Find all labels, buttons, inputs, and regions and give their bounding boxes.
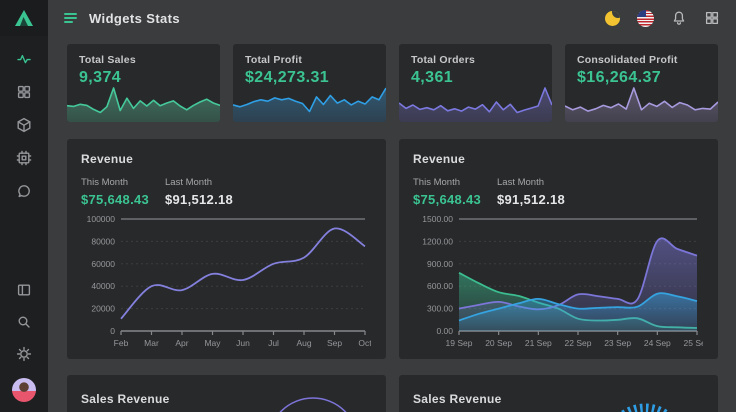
sidebar-item-components[interactable]: [16, 150, 32, 166]
svg-text:Jun: Jun: [236, 338, 250, 348]
svg-text:22 Sep: 22 Sep: [565, 338, 592, 348]
svg-text:20 Sep: 20 Sep: [485, 338, 512, 348]
sidebar-item-dashboard[interactable]: [16, 84, 32, 100]
this-month-label: This Month: [413, 177, 497, 188]
app-logo[interactable]: [0, 0, 48, 36]
apps-menu[interactable]: [704, 10, 720, 26]
last-month-label: Last Month: [497, 177, 581, 188]
svg-text:0: 0: [110, 326, 115, 336]
sidebar-item-settings[interactable]: [16, 346, 32, 362]
total-sales-card: Total Sales 9,374: [67, 44, 220, 122]
apps-grid-icon: [704, 10, 720, 26]
page-title: Widgets Stats: [89, 11, 180, 26]
consolidated-profit-card: Consolidated Profit $16,264.37: [565, 44, 718, 122]
cpu-icon: [16, 150, 32, 166]
revenue-legend: This Month $75,648.43 Last Month $91,512…: [81, 177, 372, 207]
profit-sparkline-chart: [233, 84, 386, 122]
chat-icon: [16, 183, 32, 199]
main-area: Widgets Stats: [48, 0, 736, 412]
menu-toggle-icon[interactable]: [62, 11, 79, 25]
sidebar-item-activity[interactable]: [16, 51, 32, 67]
donut-chart-preview: [248, 381, 378, 412]
sales-sparkline-chart: [67, 84, 220, 122]
svg-text:Mar: Mar: [144, 338, 159, 348]
svg-text:900.00: 900.00: [427, 259, 453, 269]
revenue-panel-daily: Revenue This Month $75,648.43 Last Month…: [399, 139, 718, 359]
gauge-chart-preview: [580, 381, 710, 412]
stat-label: Total Orders: [411, 54, 540, 66]
svg-text:Sep: Sep: [327, 338, 342, 348]
dark-mode-moon-icon[interactable]: [605, 11, 620, 26]
svg-text:1200.00: 1200.00: [422, 236, 453, 246]
this-month-value: $75,648.43: [81, 192, 165, 207]
header-actions: [605, 10, 720, 27]
svg-text:May: May: [204, 338, 221, 348]
svg-text:100000: 100000: [87, 214, 116, 224]
us-flag-language-icon[interactable]: [637, 10, 654, 27]
revenue-panels-row: Revenue This Month $75,648.43 Last Month…: [67, 139, 718, 359]
sales-revenue-card-right: Sales Revenue $9,641.26: [399, 375, 718, 412]
bell-icon: [671, 10, 687, 26]
sidebar-item-messages[interactable]: [16, 183, 32, 199]
sidebar-nav: [16, 36, 32, 199]
revenue-area-chart: 0.00 300.00 600.00 900.00 1200.00 1500.00 19 S…: [413, 211, 703, 351]
layout-icon: [16, 282, 32, 298]
stat-label: Total Profit: [245, 54, 374, 66]
bottom-cards-row: Sales Revenue $9,641.26 Sales Revenue $9…: [67, 375, 718, 412]
svg-text:Aug: Aug: [296, 338, 311, 348]
logo-triangle-icon: [13, 7, 35, 29]
svg-text:Oct: Oct: [358, 338, 371, 348]
content: Total Sales 9,374 Total Profit $24,273.3…: [48, 36, 736, 412]
sidebar-item-search[interactable]: [16, 314, 32, 330]
svg-text:Jul: Jul: [268, 338, 279, 348]
svg-text:0.00: 0.00: [436, 326, 453, 336]
svg-text:21 Sep: 21 Sep: [525, 338, 552, 348]
search-icon: [16, 314, 32, 330]
sidebar: [0, 0, 48, 412]
svg-text:600.00: 600.00: [427, 281, 453, 291]
sidebar-item-widgets[interactable]: [16, 117, 32, 133]
user-avatar[interactable]: [12, 378, 36, 402]
this-month-label: This Month: [81, 177, 165, 188]
sales-revenue-card-left: Sales Revenue $9,641.26: [67, 375, 386, 412]
total-orders-card: Total Orders 4,361: [399, 44, 552, 122]
notifications-bell[interactable]: [671, 10, 687, 26]
svg-text:24 Sep: 24 Sep: [644, 338, 671, 348]
svg-text:40000: 40000: [91, 281, 115, 291]
revenue-legend: This Month $75,648.43 Last Month $91,512…: [413, 177, 704, 207]
activity-icon: [16, 51, 32, 67]
svg-text:Apr: Apr: [175, 338, 188, 348]
last-month-label: Last Month: [165, 177, 249, 188]
total-profit-card: Total Profit $24,273.31: [233, 44, 386, 122]
grid-icon: [16, 84, 32, 100]
box-icon: [16, 117, 32, 133]
svg-text:300.00: 300.00: [427, 304, 453, 314]
stat-cards-row: Total Sales 9,374 Total Profit $24,273.3…: [67, 44, 718, 122]
svg-text:Feb: Feb: [114, 338, 129, 348]
last-month-value: $91,512.18: [497, 192, 581, 207]
panel-title: Revenue: [81, 152, 372, 166]
consolidated-sparkline-chart: [565, 84, 718, 122]
svg-text:23 Sep: 23 Sep: [604, 338, 631, 348]
svg-text:1500.00: 1500.00: [422, 214, 453, 224]
sidebar-item-layout[interactable]: [16, 282, 32, 298]
svg-text:80000: 80000: [91, 236, 115, 246]
svg-text:25 Sep: 25 Sep: [684, 338, 703, 348]
last-month-value: $91,512.18: [165, 192, 249, 207]
stat-label: Total Sales: [79, 54, 208, 66]
orders-sparkline-chart: [399, 84, 552, 122]
top-header: Widgets Stats: [48, 0, 736, 36]
revenue-panel-monthly: Revenue This Month $75,648.43 Last Month…: [67, 139, 386, 359]
stat-label: Consolidated Profit: [577, 54, 706, 66]
svg-text:60000: 60000: [91, 259, 115, 269]
sidebar-bottom: [12, 282, 36, 412]
svg-text:19 Sep: 19 Sep: [446, 338, 473, 348]
revenue-line-chart: 0 20000 40000 60000 80000 100000 Feb Mar Apr May J…: [81, 211, 371, 351]
this-month-value: $75,648.43: [413, 192, 497, 207]
gear-icon: [16, 346, 32, 362]
svg-text:20000: 20000: [91, 304, 115, 314]
panel-title: Revenue: [413, 152, 704, 166]
